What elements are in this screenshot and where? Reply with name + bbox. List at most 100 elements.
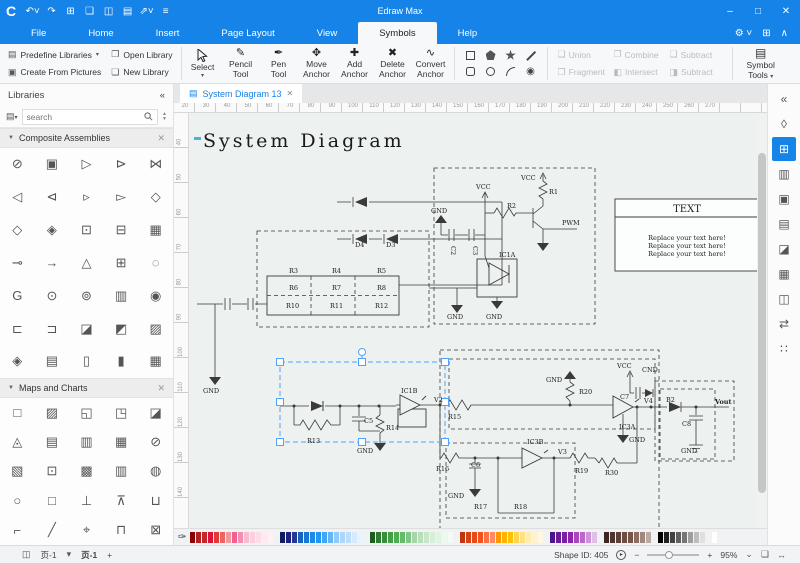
symbol-thumbnail[interactable]: ▦ [145,219,167,241]
color-swatch[interactable] [340,532,345,543]
add-anchor-button[interactable]: ✚AddAnchor [336,46,374,81]
color-swatch[interactable] [604,532,609,543]
color-swatch[interactable] [256,532,261,543]
zoom-out-button[interactable]: − [634,550,639,560]
library-menu-icon[interactable]: ▤▾ [6,111,18,122]
color-swatch[interactable] [316,532,321,543]
section-header-maps-charts[interactable]: ▼ Maps and Charts ✕ [0,378,173,398]
symbol-thumbnail[interactable]: ▣ [41,153,63,175]
color-swatch[interactable] [478,532,483,543]
color-swatch[interactable] [562,532,567,543]
symbol-tools-button[interactable]: ▤ Symbol Tools ▾ [737,44,785,83]
arrange-panel-icon[interactable]: ⇄ [772,312,796,336]
symbol-thumbnail[interactable]: ⊡ [41,460,63,482]
menu-tab-symbols[interactable]: Symbols [358,22,436,44]
color-swatch[interactable] [214,532,219,543]
collapse-sidebar-icon[interactable]: « [160,90,165,101]
symbol-thumbnail[interactable]: ▨ [41,402,63,424]
color-swatch[interactable] [664,532,669,543]
symbol-thumbnail[interactable]: ⊲ [41,186,63,208]
page-list-label[interactable]: 页-1 [41,549,57,561]
color-swatch[interactable] [592,532,597,543]
symbol-thumbnail[interactable]: ◪ [145,402,167,424]
color-swatch[interactable] [424,532,429,543]
color-swatch[interactable] [646,532,651,543]
symbol-thumbnail[interactable]: ⊠ [145,519,167,541]
color-swatch[interactable] [472,532,477,543]
color-swatch[interactable] [706,532,711,543]
symbol-thumbnail[interactable]: ⊟ [110,219,132,241]
symbol-thumbnail[interactable]: ▩ [75,460,97,482]
color-swatch[interactable] [514,532,519,543]
symbol-thumbnail[interactable]: ◬ [6,431,28,453]
color-swatch[interactable] [280,532,285,543]
color-swatch[interactable] [220,532,225,543]
symbol-library-icon[interactable]: ⊞ [772,137,796,161]
symbol-thumbnail[interactable]: ◇ [6,219,28,241]
add-page-button[interactable]: + [107,550,112,560]
color-swatch[interactable] [190,532,195,543]
symbol-thumbnail[interactable]: ⊳ [110,153,132,175]
symbol-thumbnail[interactable]: → [41,252,63,274]
shape-star-button[interactable] [504,48,518,62]
symbol-thumbnail[interactable]: ◌ [145,252,167,274]
color-swatch[interactable] [484,532,489,543]
symbol-thumbnail[interactable]: ◉ [145,285,167,307]
shape-arc-button[interactable] [504,65,518,79]
symbol-thumbnail[interactable]: ▦ [145,350,167,372]
color-swatch[interactable] [580,532,585,543]
color-swatch[interactable] [346,532,351,543]
open-library-button[interactable]: ❐Open Library [111,49,172,60]
color-swatch[interactable] [250,532,255,543]
color-swatch[interactable] [382,532,387,543]
symbol-thumbnail[interactable]: ◈ [6,350,28,372]
search-input[interactable] [27,112,145,122]
page-list-caret-icon[interactable]: ▾ [67,549,72,560]
color-swatch[interactable] [412,532,417,543]
table-panel-icon[interactable]: ▦ [772,262,796,286]
symbol-thumbnail[interactable]: □ [41,490,63,512]
settings-gear-icon[interactable]: ⚙ ˅ [735,28,753,39]
color-swatch[interactable] [670,532,675,543]
color-swatch[interactable] [376,532,381,543]
color-swatch[interactable] [334,532,339,543]
zoom-slider-knob[interactable] [665,551,673,559]
symbol-thumbnail[interactable]: ⊏ [6,318,28,340]
symbol-thumbnail[interactable]: G [6,285,28,307]
color-swatch[interactable] [508,532,513,543]
diagram-title[interactable]: System Diagram [203,130,405,152]
color-swatch[interactable] [430,532,435,543]
symbol-thumbnail[interactable]: △ [75,252,97,274]
symbol-thumbnail[interactable]: ▷ [75,153,97,175]
select-tool-button[interactable]: Select ▾ [186,46,220,81]
symbol-thumbnail[interactable]: ◇ [145,186,167,208]
spinner-arrows[interactable]: ▲▼ [162,112,167,122]
symbol-thumbnail[interactable]: ⊥ [75,490,97,512]
symbol-thumbnail[interactable]: ◪ [75,318,97,340]
symbol-thumbnail[interactable]: ⊓ [110,519,132,541]
convert-anchor-button[interactable]: ∿ConvertAnchor [412,46,450,81]
symbol-thumbnail[interactable]: ◍ [145,460,167,482]
symbol-thumbnail[interactable]: ⌖ [75,519,97,541]
color-swatch[interactable] [262,532,267,543]
color-swatch[interactable] [568,532,573,543]
color-swatch[interactable] [232,532,237,543]
scrollbar-thumb[interactable] [758,153,766,493]
symbol-thumbnail[interactable]: ⊸ [6,252,28,274]
document-tab[interactable]: ▤ System Diagram 13 ✕ [180,84,302,103]
minimize-button[interactable]: – [716,0,744,22]
symbol-thumbnail[interactable]: ▥ [110,285,132,307]
color-swatch[interactable] [268,532,273,543]
close-section-icon[interactable]: ✕ [157,383,165,394]
symbol-thumbnail[interactable]: ⊼ [110,490,132,512]
symbol-thumbnail[interactable]: ▮ [110,350,132,372]
image-panel-icon[interactable]: ▥ [772,162,796,186]
undo-icon[interactable]: ↶˅ [24,3,41,19]
color-swatch[interactable] [658,532,663,543]
pen-tool-button[interactable]: ✒PenTool [260,46,298,81]
print-icon[interactable]: ▤ [119,3,136,19]
grid-view-icon[interactable]: ⊞ [762,28,770,39]
fill-style-icon[interactable]: ◊ [772,112,796,136]
create-from-pictures-button[interactable]: ▣Create From Pictures [8,67,101,78]
symbol-thumbnail[interactable]: ◳ [110,402,132,424]
